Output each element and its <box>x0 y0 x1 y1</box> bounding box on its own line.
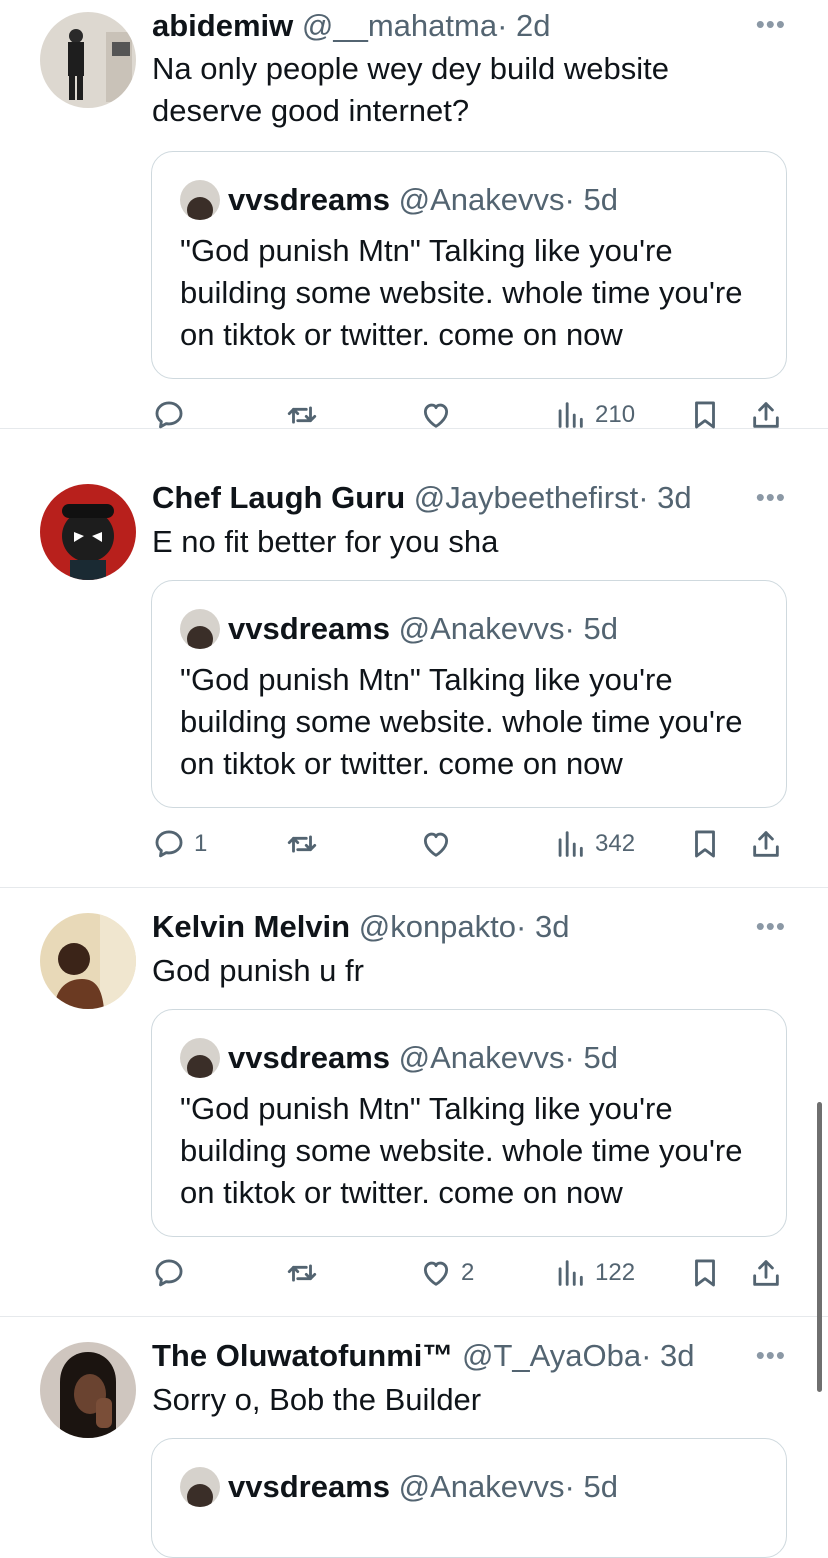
bookmark-button[interactable] <box>688 1253 722 1293</box>
reply-button[interactable] <box>152 395 194 435</box>
views-button[interactable]: 122 <box>553 1253 635 1293</box>
more-dots-icon[interactable]: ••• <box>756 484 786 510</box>
timestamp[interactable]: · 2d <box>497 8 550 43</box>
quoted-text: "God punish Mtn" Talking like you're bui… <box>180 1091 743 1210</box>
author-handle[interactable]: @konpakto <box>359 909 516 944</box>
quoted-author-handle: @Anakevvs <box>398 1040 565 1075</box>
like-button[interactable]: 2 <box>419 1253 474 1293</box>
quoted-author-handle: @Anakevvs <box>398 611 565 646</box>
author-name[interactable]: Chef Laugh Guru <box>152 480 405 515</box>
retweet-icon <box>287 406 317 424</box>
reply-bubble-icon <box>155 1259 183 1287</box>
author-handle[interactable]: @Jaybeethefirst <box>414 480 638 515</box>
retweet-icon <box>287 1264 317 1282</box>
quoted-avatar <box>180 180 220 220</box>
retweet-button[interactable] <box>285 824 319 864</box>
views-bar-chart-icon <box>558 1260 583 1286</box>
quoted-timestamp: · 5d <box>564 1469 618 1504</box>
avatar[interactable] <box>40 913 136 1009</box>
bookmark-button[interactable] <box>688 395 722 435</box>
author-handle[interactable]: @__mahatma <box>302 8 497 43</box>
share-upload-icon <box>753 1260 779 1286</box>
retweet-button[interactable] <box>285 1253 319 1293</box>
tweet-3[interactable]: Kelvin Melvin @konpakto· 3d ••• God puni… <box>0 888 828 1317</box>
reply-button[interactable] <box>152 1253 194 1293</box>
retweet-button[interactable] <box>285 395 319 435</box>
view-count: 122 <box>595 1259 636 1286</box>
share-button[interactable] <box>749 395 783 435</box>
views-button[interactable]: 342 <box>553 824 635 864</box>
author-name[interactable]: abidemiw <box>152 8 293 43</box>
views-bar-chart-icon <box>558 831 583 857</box>
quoted-tweet[interactable]: vvsdreams @Anakevvs· 5d <box>151 1438 787 1558</box>
bookmark-icon <box>695 401 715 429</box>
quoted-author-name: vvsdreams <box>228 1469 391 1504</box>
like-button[interactable] <box>419 395 461 435</box>
quoted-tweet[interactable]: vvsdreams @Anakevvs· 5d "God punish Mtn"… <box>151 1009 787 1237</box>
avatar[interactable] <box>40 1342 136 1438</box>
view-count: 210 <box>595 401 636 428</box>
views-button[interactable]: 210 <box>553 395 635 435</box>
views-bar-chart-icon <box>558 402 583 428</box>
reply-button[interactable]: 1 <box>152 824 207 864</box>
quoted-author-handle: @Anakevvs <box>398 1469 565 1504</box>
more-dots-icon[interactable]: ••• <box>756 11 786 37</box>
quoted-author-name: vvsdreams <box>228 1040 391 1075</box>
author-name[interactable]: Kelvin Melvin <box>152 909 350 944</box>
heart-icon <box>423 832 449 857</box>
reply-count: 1 <box>194 830 208 857</box>
avatar[interactable] <box>40 484 136 580</box>
tweet-actions: 1 342 <box>0 824 828 864</box>
tweet-actions: 210 <box>0 395 828 435</box>
avatar[interactable] <box>40 12 136 108</box>
more-dots-icon[interactable]: ••• <box>756 1342 786 1368</box>
share-upload-icon <box>753 402 779 428</box>
quoted-author-handle: @Anakevvs <box>398 182 565 217</box>
share-button[interactable] <box>749 1253 783 1293</box>
author-handle[interactable]: @T_AyaOba <box>462 1338 641 1373</box>
timestamp[interactable]: · 3d <box>638 480 691 515</box>
quoted-tweet[interactable]: vvsdreams @Anakevvs· 5d "God punish Mtn"… <box>151 151 787 379</box>
timestamp[interactable]: · 3d <box>516 909 569 944</box>
like-count: 2 <box>461 1259 475 1286</box>
timestamp[interactable]: · 3d <box>641 1338 694 1373</box>
quoted-avatar <box>180 609 220 649</box>
reply-bubble-icon <box>155 830 183 858</box>
tweet-4[interactable]: The Oluwatofunmi™ @T_AyaOba· 3d ••• Sorr… <box>0 1317 828 1558</box>
author-name[interactable]: The Oluwatofunmi™ <box>152 1338 453 1373</box>
view-count: 342 <box>595 830 636 857</box>
quoted-timestamp: · 5d <box>564 1040 618 1075</box>
quoted-author-name: vvsdreams <box>228 611 391 646</box>
quoted-timestamp: · 5d <box>564 182 618 217</box>
tweet-text: Sorry o, Bob the Builder <box>152 1382 482 1417</box>
reply-bubble-icon <box>155 401 183 429</box>
tweet-2[interactable]: Chef Laugh Guru @Jaybeethefirst· 3d ••• … <box>0 459 828 888</box>
tweet-text: Na only people wey dey build website des… <box>152 51 669 128</box>
bookmark-icon <box>695 830 715 858</box>
quoted-text: "God punish Mtn" Talking like you're bui… <box>180 662 743 781</box>
bookmark-button[interactable] <box>688 824 722 864</box>
share-upload-icon <box>753 831 779 857</box>
tweet-1[interactable]: abidemiw @__mahatma· 2d ••• Na only peop… <box>0 0 828 429</box>
share-button[interactable] <box>749 824 783 864</box>
heart-icon <box>423 1261 449 1286</box>
tweet-actions: 2 122 <box>0 1253 828 1293</box>
scrollbar[interactable] <box>817 1102 822 1392</box>
retweet-icon <box>287 835 317 853</box>
quoted-author-name: vvsdreams <box>228 182 391 217</box>
like-button[interactable] <box>419 824 461 864</box>
bookmark-icon <box>695 1259 715 1287</box>
heart-icon <box>423 403 449 428</box>
tweet-text: E no fit better for you sha <box>152 524 499 559</box>
quoted-timestamp: · 5d <box>564 611 618 646</box>
quoted-avatar <box>180 1038 220 1078</box>
tweet-text: God punish u fr <box>152 953 364 988</box>
quoted-tweet[interactable]: vvsdreams @Anakevvs· 5d "God punish Mtn"… <box>151 580 787 808</box>
quoted-text: "God punish Mtn" Talking like you're bui… <box>180 233 743 352</box>
more-dots-icon[interactable]: ••• <box>756 913 786 939</box>
quoted-avatar <box>180 1467 220 1507</box>
